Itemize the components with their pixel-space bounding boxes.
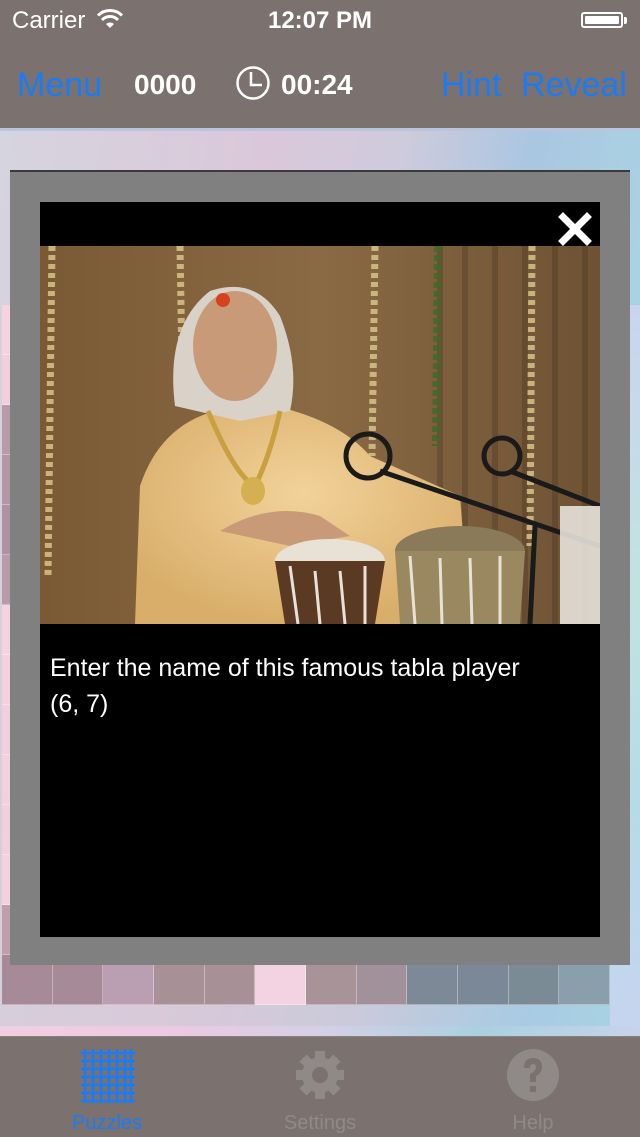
battery-tip (624, 17, 627, 24)
tab-puzzles[interactable]: Puzzles (0, 1037, 214, 1137)
tabla-player-photo (40, 246, 600, 624)
answer-length: (6, 7) (50, 690, 109, 718)
tab-help-label: Help (512, 1112, 554, 1134)
score-display: 0000 (134, 69, 197, 100)
clue-dialog-content: Enter the name of this famous tabla play… (40, 202, 600, 937)
board-bottom-edge (0, 1026, 640, 1036)
timer-display: 00:24 (281, 69, 353, 100)
grid-icon (81, 1049, 135, 1103)
status-bar: Carrier 12:07 PM (0, 0, 640, 40)
hint-button[interactable]: Hint (441, 66, 501, 105)
clue-prompt: Enter the name of this famous tabla play… (50, 650, 590, 722)
tab-bar: Puzzles Settings Help (0, 1036, 640, 1137)
clue-text: Enter the name of this famous tabla play… (50, 654, 520, 682)
clock-time: 12:07 PM (267, 7, 373, 34)
clue-photo (40, 246, 600, 624)
clue-dialog: Enter the name of this famous tabla play… (10, 170, 630, 965)
clock-icon (236, 66, 270, 100)
tab-settings[interactable]: Settings (213, 1037, 427, 1137)
tab-settings-label: Settings (283, 1112, 357, 1134)
question-icon (507, 1049, 559, 1101)
close-icon[interactable] (558, 212, 592, 246)
reveal-button[interactable]: Reveal (521, 66, 627, 105)
gear-icon (296, 1051, 344, 1099)
tab-help[interactable]: Help (426, 1037, 640, 1137)
tab-puzzles-label: Puzzles (71, 1112, 143, 1134)
menu-button[interactable]: Menu (17, 66, 102, 105)
game-toolbar: Menu 0000 00:24 Hint Reveal (0, 40, 640, 128)
battery-icon (581, 12, 623, 28)
